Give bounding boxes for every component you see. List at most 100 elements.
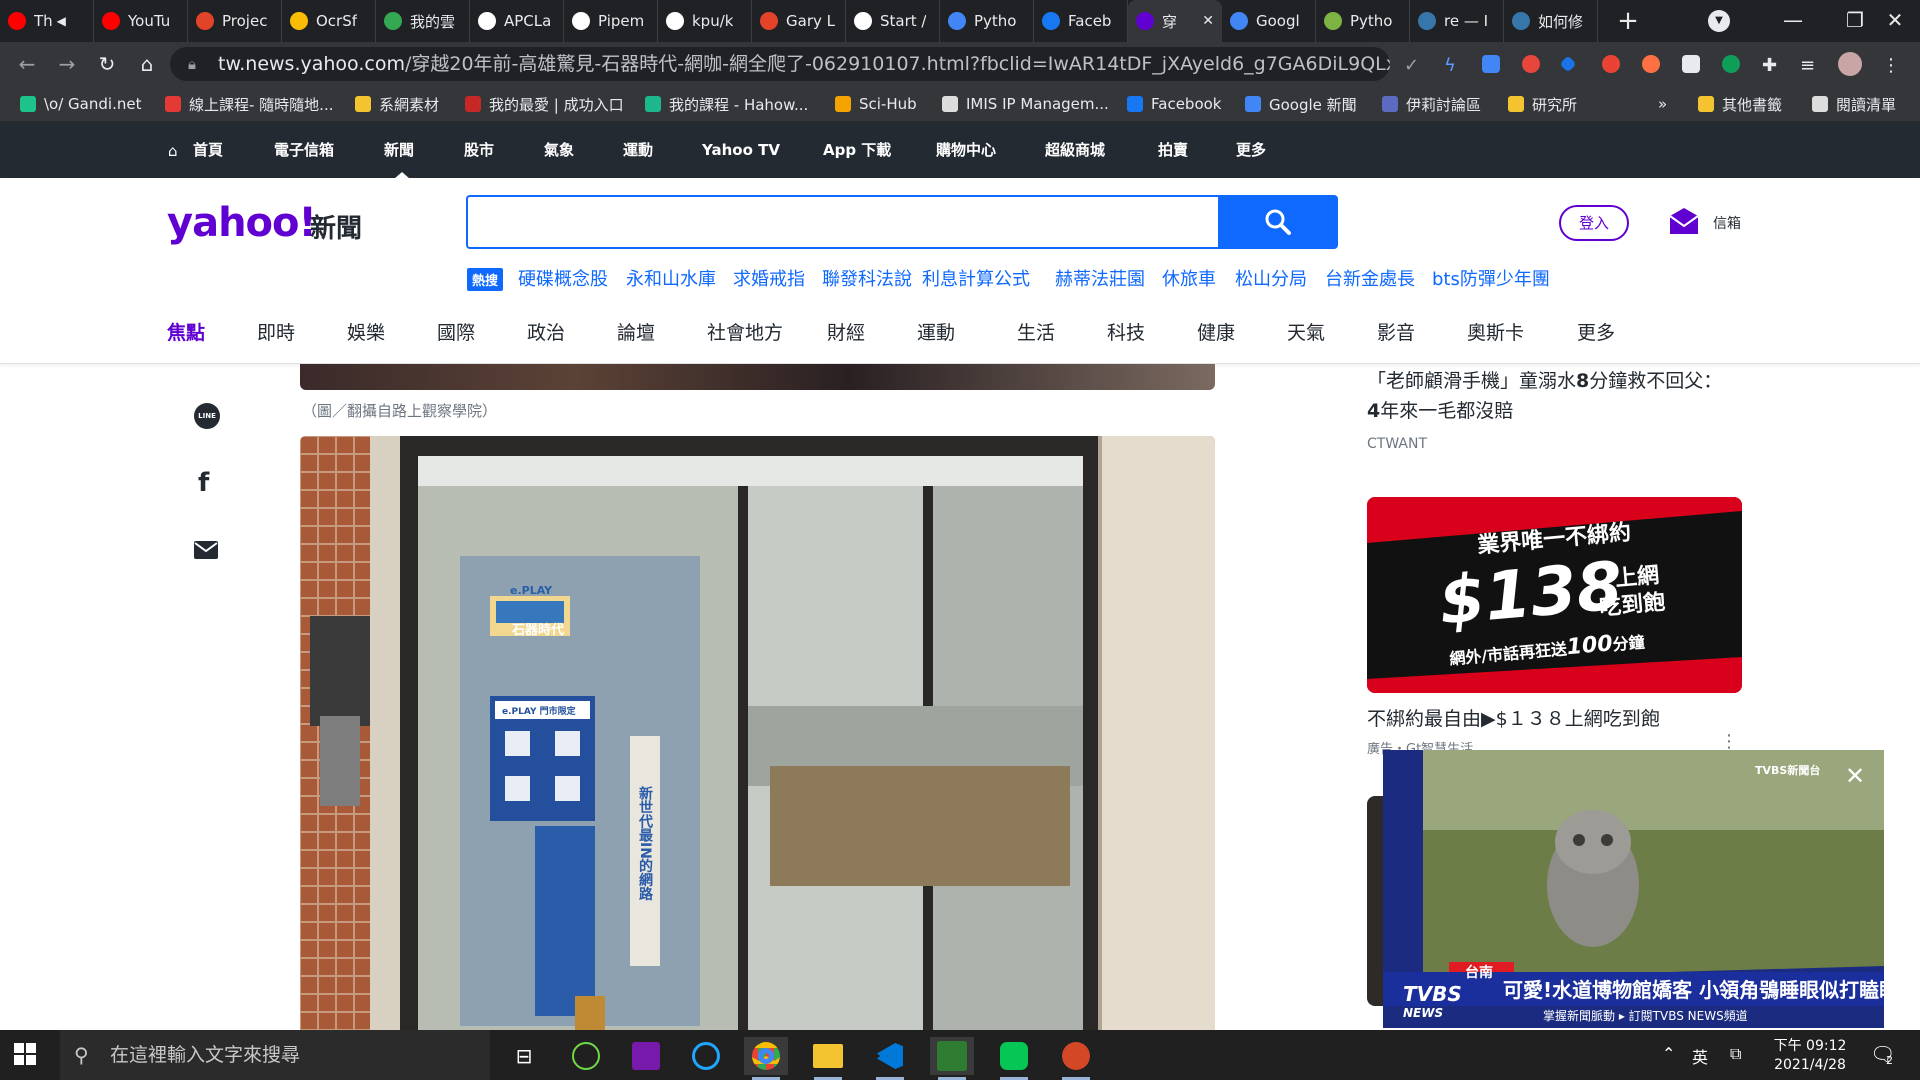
pen-tool-icon[interactable] [930,1037,974,1080]
browser-tab[interactable]: Faceb [1034,0,1128,42]
browser-tab[interactable]: 穿 ✕ [1128,0,1222,42]
bookmark-item[interactable]: \o/ Gandi.net [20,86,141,122]
top-nav-item[interactable]: 拍賣 [1158,122,1188,178]
back-arrow-icon[interactable]: ← [12,50,42,78]
ime-icon[interactable]: ⧉ [1730,1044,1741,1064]
home-icon[interactable]: ⌂ [132,50,162,78]
browser-tab[interactable]: Projec [188,0,282,42]
email-share-icon[interactable] [194,541,218,559]
category-tab[interactable]: 娛樂 [347,318,385,345]
upwork-icon[interactable] [564,1037,608,1075]
powerpoint-icon[interactable] [1054,1037,1098,1080]
category-tab[interactable]: 財經 [827,318,865,345]
line-share-icon[interactable]: LINE [194,403,220,429]
bookmark-item[interactable]: Sci-Hub [835,86,917,122]
category-tab[interactable]: 論壇 [617,318,655,345]
bookmark-item[interactable]: » [1658,86,1667,122]
trending-link[interactable]: 休旅車 [1162,265,1216,291]
bookmark-item[interactable]: Google 新聞 [1245,86,1357,122]
search-input[interactable] [466,195,1218,249]
browser-tab[interactable]: APCLa [470,0,564,42]
forward-arrow-icon[interactable]: → [52,50,82,78]
tray-expand-icon[interactable]: ⌃ [1662,1044,1675,1063]
yahoo-logo[interactable]: yahoo! [167,200,317,246]
facebook-share-icon[interactable]: f [198,468,209,498]
record-extension-icon[interactable] [1602,55,1620,73]
close-icon[interactable]: ✕ [1845,762,1865,790]
bolt-extension-icon[interactable]: ϟ [1444,55,1462,76]
category-tab[interactable]: 更多 [1577,318,1615,345]
top-nav-item[interactable]: 新聞 [384,122,414,178]
translate-extension-icon[interactable] [1482,55,1500,73]
onenote-icon[interactable] [624,1037,668,1075]
login-button[interactable]: 登入 [1559,205,1629,241]
browser-tab[interactable]: Pytho [940,0,1034,42]
category-tab[interactable]: 天氣 [1287,318,1325,345]
ad-title[interactable]: 不綁約最自由▶$１３８上網吃到飽 [1367,704,1660,731]
windows-start-icon[interactable] [14,1043,36,1065]
category-tab[interactable]: 影音 [1377,318,1415,345]
category-tab[interactable]: 國際 [437,318,475,345]
bookmark-item[interactable]: 研究所 [1508,86,1577,122]
taskbar-search-box[interactable]: ⚲ 在這裡輸入文字來搜尋 [60,1030,490,1080]
browser-tab[interactable]: 如何修 [1504,0,1598,42]
mail-label[interactable]: 信箱 [1713,213,1741,233]
top-nav-item[interactable]: App 下載 [823,122,891,178]
ad-banner[interactable]: 業界唯一不綁約 $138 上網 吃到飽 網外/市話再狂送100分鐘 [1367,497,1742,693]
top-nav-item[interactable]: 超級商城 [1045,122,1105,178]
top-nav-item[interactable]: 更多 [1236,122,1266,178]
browser-tab[interactable]: Start / [846,0,940,42]
top-nav-item[interactable]: 運動 [623,122,653,178]
browser-tab[interactable]: Pipem [564,0,658,42]
category-tab[interactable]: 奧斯卡 [1467,318,1524,345]
category-tab[interactable]: 生活 [1017,318,1055,345]
top-nav-item[interactable]: Yahoo TV [702,122,780,178]
search-button[interactable] [1218,195,1338,249]
shape-extension-icon[interactable] [1559,55,1577,73]
browser-tab[interactable]: YouTu [94,0,188,42]
browser-tab[interactable]: 我的雲 [376,0,470,42]
trending-link[interactable]: 求婚戒指 [733,265,805,291]
reload-icon[interactable]: ↻ [92,50,122,78]
reading-list-icon[interactable]: ≡ [1800,55,1818,76]
top-nav-item[interactable]: 氣象 [544,122,574,178]
notification-icon[interactable]: 🗨︎ 2 [1870,1042,1895,1067]
trending-link[interactable]: 利息計算公式 [922,265,1030,291]
new-tab-button[interactable]: + [1606,6,1650,36]
grammarly-icon[interactable] [684,1037,728,1075]
extensions-puzzle-icon[interactable]: ✚ [1762,55,1780,76]
bookmark-item[interactable]: 伊莉討論區 [1382,86,1481,122]
browser-tab[interactable]: re — I [1410,0,1504,42]
mail-icon[interactable] [1668,206,1700,236]
category-tab[interactable]: 社會地方 [707,318,783,345]
trending-link[interactable]: 硬碟概念股 [518,265,608,291]
clock-time[interactable]: 下午 09:12 [1770,1035,1850,1055]
lock-icon[interactable]: 🔒︎ [188,47,196,81]
bookmark-item[interactable]: 系網素材 [355,86,439,122]
home-icon[interactable]: ⌂ [168,142,178,160]
address-bar[interactable]: 🔒︎ tw.news.yahoo.com/穿越20年前-高雄驚見-石器時代-網咖… [170,47,1390,81]
notion-extension-icon[interactable] [1682,55,1700,73]
browser-tab[interactable]: Pytho [1316,0,1410,42]
trending-link[interactable]: 永和山水庫 [626,265,716,291]
top-nav-item[interactable]: 首頁 [193,122,223,178]
bookmark-item[interactable]: Facebook [1127,86,1221,122]
task-view-icon[interactable]: ⊟ [502,1037,546,1075]
trending-link[interactable]: 松山分局 [1235,265,1307,291]
trending-link[interactable]: 台新金處長 [1325,265,1415,291]
browser-tab[interactable]: kpu/k [658,0,752,42]
input-method-indicator[interactable]: 英 [1692,1044,1708,1068]
top-nav-item[interactable]: 購物中心 [936,122,996,178]
related-article-title[interactable]: 「老師顧滑手機」童溺水8分鐘救不回父：4年來一毛都沒賠 [1367,366,1727,426]
category-tab[interactable]: 即時 [257,318,295,345]
s-extension-icon[interactable] [1522,55,1540,73]
bookmark-item[interactable]: 其他書籤 [1698,86,1782,122]
bookmark-item[interactable]: 我的最愛 | 成功入口 [465,86,624,122]
category-tab[interactable]: 政治 [527,318,565,345]
chrome-icon[interactable] [744,1037,788,1080]
trending-link[interactable]: 赫蒂法莊園 [1055,265,1145,291]
top-nav-item[interactable]: 股市 [464,122,494,178]
category-tab[interactable]: 運動 [917,318,955,345]
category-tab[interactable]: 焦點 [167,318,205,345]
clock-date[interactable]: 2021/4/28 [1770,1057,1850,1073]
